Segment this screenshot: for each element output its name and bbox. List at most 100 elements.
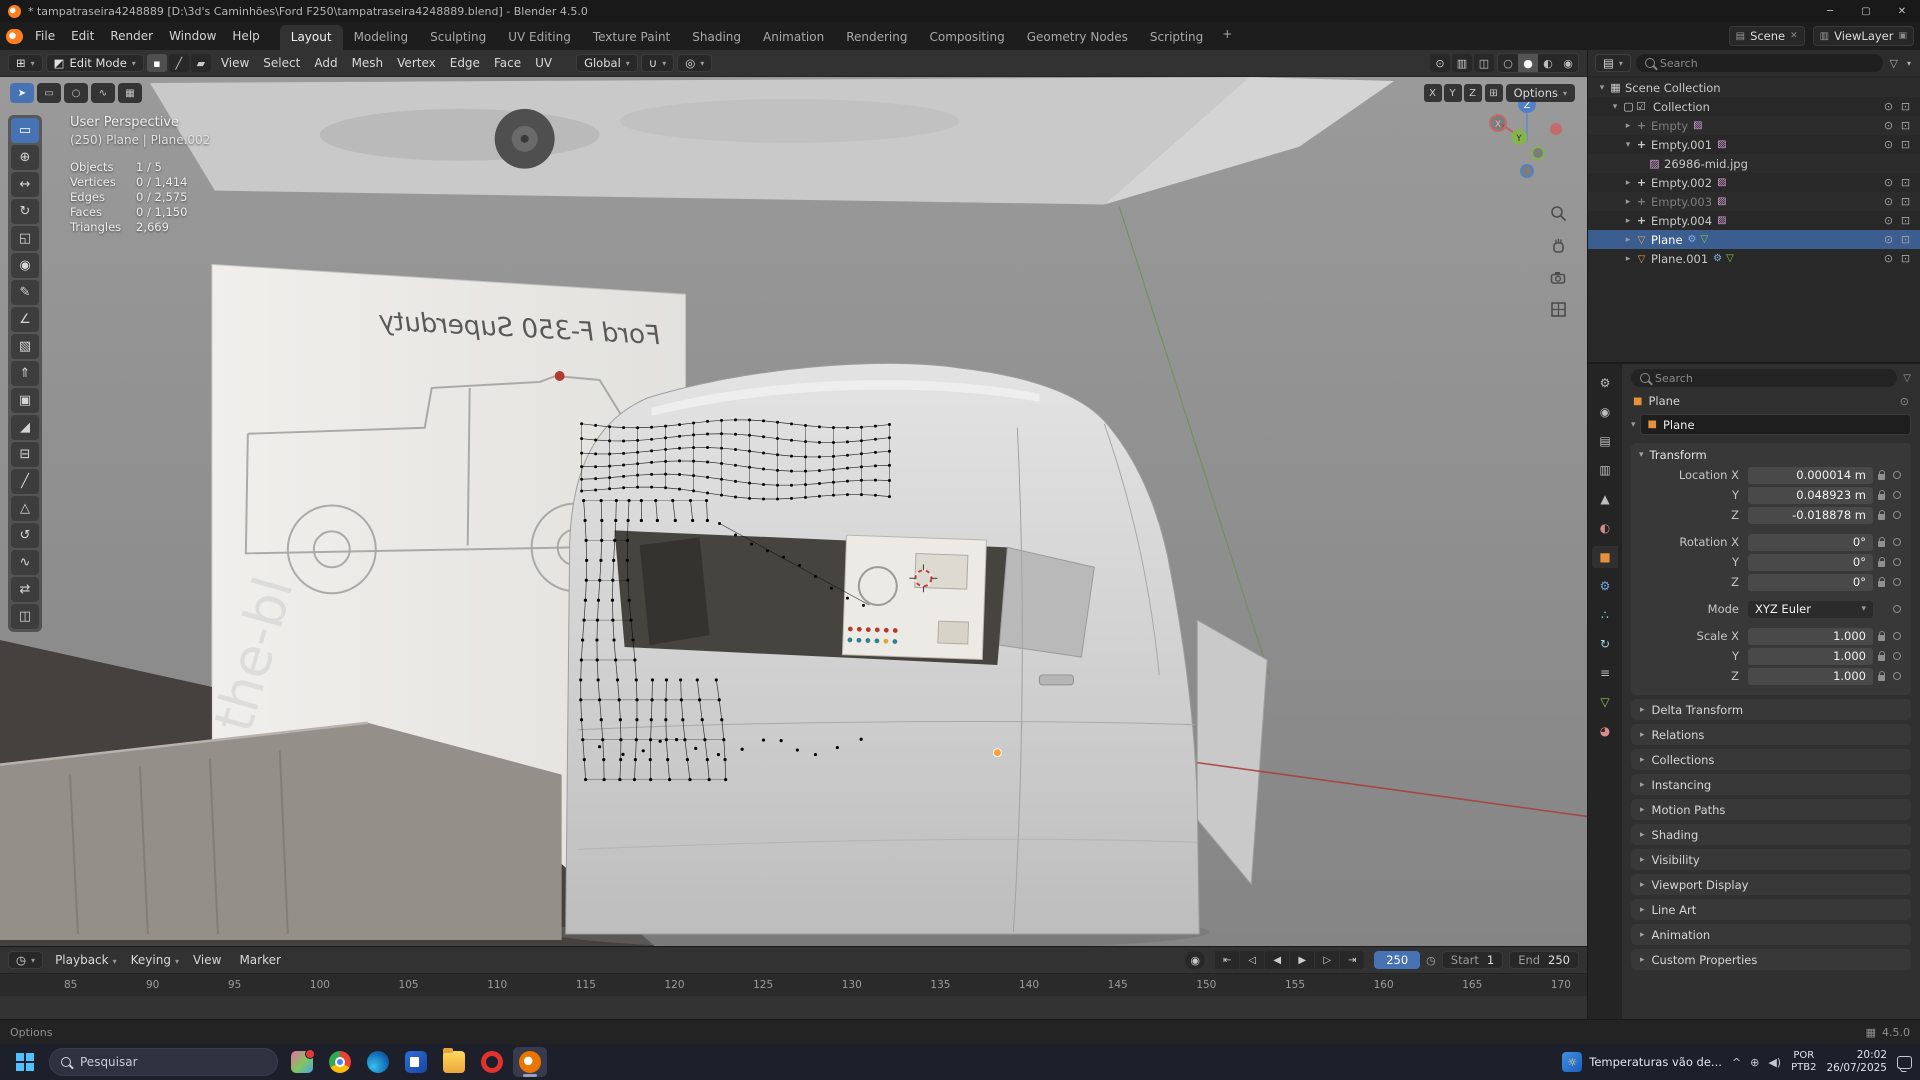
tool-button[interactable]: ╱ xyxy=(11,469,39,494)
timeline-ruler[interactable]: 8590951001051101151201251301351401451501… xyxy=(0,973,1587,995)
snap-grid-icon[interactable]: ⊞ xyxy=(1485,84,1503,102)
visibility-eye-icon[interactable] xyxy=(1880,100,1897,113)
mesh-select-mode-icon[interactable]: ▪ xyxy=(147,54,167,72)
expand-toggle-icon[interactable] xyxy=(1622,121,1634,131)
render-visibility-icon[interactable] xyxy=(1897,252,1914,265)
menubar-item[interactable]: Window xyxy=(161,26,224,46)
workspace-tab[interactable]: Animation xyxy=(752,25,835,50)
viewport-toggle-icon[interactable]: ◫ xyxy=(1474,54,1494,72)
animate-dot-icon[interactable] xyxy=(1890,652,1903,660)
viewport-menu-item[interactable]: Vertex xyxy=(390,54,443,72)
outliner-row[interactable]: 26986-mid.jpg xyxy=(1588,154,1920,173)
collapsed-panel-header[interactable]: Shading xyxy=(1631,824,1911,845)
collapsed-panel-header[interactable]: Viewport Display xyxy=(1631,874,1911,895)
tool-button[interactable]: ↻ xyxy=(11,199,39,224)
filter-icon[interactable]: ▽ xyxy=(1888,57,1900,70)
playback-button[interactable]: ⇥ xyxy=(1340,951,1364,969)
timeline-track-area[interactable] xyxy=(0,995,1587,1019)
tool-button[interactable]: ▭ xyxy=(11,118,39,143)
scene-selector[interactable]: ▤ Scene ✕ xyxy=(1729,26,1805,46)
visibility-eye-icon[interactable] xyxy=(1880,119,1897,132)
tool-button[interactable]: ∠ xyxy=(11,307,39,332)
select-tool-icon[interactable]: ∿ xyxy=(91,83,115,103)
render-visibility-icon[interactable] xyxy=(1897,176,1914,189)
properties-tab-icon[interactable]: ▥ xyxy=(1592,459,1618,481)
tool-button[interactable]: ◢ xyxy=(11,415,39,440)
taskbar-app-icon[interactable] xyxy=(361,1047,395,1077)
volume-icon[interactable]: ◀) xyxy=(1768,1056,1781,1069)
collapsed-panel-header[interactable]: Delta Transform xyxy=(1631,699,1911,720)
timeline-editor-dropdown[interactable]: ◷▾ xyxy=(8,951,43,969)
shading-mode-icon[interactable]: ○ xyxy=(1498,54,1518,72)
expand-toggle-icon[interactable] xyxy=(1622,178,1634,188)
properties-tab-icon[interactable]: ◐ xyxy=(1592,517,1618,539)
animate-dot-icon[interactable] xyxy=(1890,605,1903,613)
orientation-dropdown[interactable]: Global▾ xyxy=(576,54,638,72)
expand-toggle-icon[interactable] xyxy=(1609,102,1621,112)
properties-tab-icon[interactable]: ■ xyxy=(1592,546,1618,568)
outliner-row[interactable]: Scene Collection xyxy=(1588,78,1920,97)
outliner-search-input[interactable]: Search xyxy=(1636,54,1883,72)
collection-checkbox[interactable] xyxy=(1636,100,1651,113)
select-tool-icon[interactable]: ➤ xyxy=(10,83,34,103)
workspace-tab[interactable]: Texture Paint xyxy=(582,25,681,50)
viewport-toggle-icon[interactable]: ⊙ xyxy=(1430,54,1450,72)
render-visibility-icon[interactable] xyxy=(1897,214,1914,227)
properties-tab-icon[interactable]: ↻ xyxy=(1592,633,1618,655)
tool-button[interactable]: ▣ xyxy=(11,388,39,413)
playback-button[interactable]: ▷ xyxy=(1315,951,1339,969)
tool-button[interactable]: ✎ xyxy=(11,280,39,305)
tool-button[interactable]: ◉ xyxy=(11,253,39,278)
name-expand-icon[interactable]: ▾ xyxy=(1631,420,1636,430)
outliner-row[interactable]: Collection xyxy=(1588,97,1920,116)
outliner-editor-dropdown[interactable]: ▤▾ xyxy=(1595,54,1631,72)
lock-icon[interactable] xyxy=(1873,632,1890,641)
current-frame-field[interactable]: 250 xyxy=(1374,951,1420,969)
visibility-eye-icon[interactable] xyxy=(1880,233,1897,246)
outliner-row[interactable]: Empty.002 xyxy=(1588,173,1920,192)
lock-icon[interactable] xyxy=(1873,672,1890,681)
transform-value-field[interactable]: 0.000014 m xyxy=(1748,467,1873,484)
minimize-button[interactable]: ─ xyxy=(1812,0,1848,22)
mode-dropdown[interactable]: ◩Edit Mode▾ xyxy=(46,54,144,72)
options-dropdown[interactable]: Options▾ xyxy=(1506,84,1575,102)
transform-value-field[interactable]: 0° xyxy=(1748,534,1873,551)
tool-button[interactable]: △ xyxy=(11,496,39,521)
frame-end-field[interactable]: End250 xyxy=(1509,951,1579,969)
visibility-eye-icon[interactable] xyxy=(1880,252,1897,265)
select-tool-icon[interactable]: ▭ xyxy=(37,83,61,103)
render-visibility-icon[interactable] xyxy=(1897,233,1914,246)
viewport-menu-item[interactable]: View xyxy=(214,54,256,72)
collapsed-panel-header[interactable]: Motion Paths xyxy=(1631,799,1911,820)
viewport-menu-item[interactable]: Edge xyxy=(443,54,487,72)
tool-button[interactable]: ⊕ xyxy=(11,145,39,170)
navigation-gizmo[interactable]: Z X Y xyxy=(1481,91,1573,183)
properties-search-input[interactable]: Search xyxy=(1631,369,1897,387)
viewport-menu-item[interactable]: Select xyxy=(256,54,307,72)
new-viewlayer-icon[interactable]: ▣ xyxy=(1898,31,1907,41)
collapsed-panel-header[interactable]: Line Art xyxy=(1631,899,1911,920)
visibility-eye-icon[interactable] xyxy=(1880,176,1897,189)
clock[interactable]: 20:02 26/07/2025 xyxy=(1826,1049,1887,1075)
animate-dot-icon[interactable] xyxy=(1890,558,1903,566)
viewport-toggle-icon[interactable]: ▥ xyxy=(1452,54,1472,72)
workspace-tab[interactable]: Scripting xyxy=(1139,25,1214,50)
expand-toggle-icon[interactable] xyxy=(1622,235,1634,245)
render-visibility-icon[interactable] xyxy=(1897,100,1914,113)
properties-tab-icon[interactable]: ⚙ xyxy=(1592,575,1618,597)
mesh-select-mode-icon[interactable]: ╱ xyxy=(169,54,189,72)
tool-button[interactable]: ⊟ xyxy=(11,442,39,467)
workspace-tab[interactable]: UV Editing xyxy=(497,25,582,50)
visibility-eye-icon[interactable] xyxy=(1880,138,1897,151)
lock-icon[interactable] xyxy=(1873,652,1890,661)
render-visibility-icon[interactable] xyxy=(1897,119,1914,132)
animate-dot-icon[interactable] xyxy=(1890,471,1903,479)
lock-icon[interactable] xyxy=(1873,511,1890,520)
render-visibility-icon[interactable] xyxy=(1897,195,1914,208)
animate-dot-icon[interactable] xyxy=(1890,672,1903,680)
playback-button[interactable]: ◀ xyxy=(1265,951,1289,969)
timeline-menu-item[interactable]: Keying xyxy=(124,951,186,969)
animate-dot-icon[interactable] xyxy=(1890,491,1903,499)
proportional-editing-dropdown[interactable]: ◎▾ xyxy=(677,54,712,72)
transform-value-field[interactable]: 0.048923 m xyxy=(1748,487,1873,504)
